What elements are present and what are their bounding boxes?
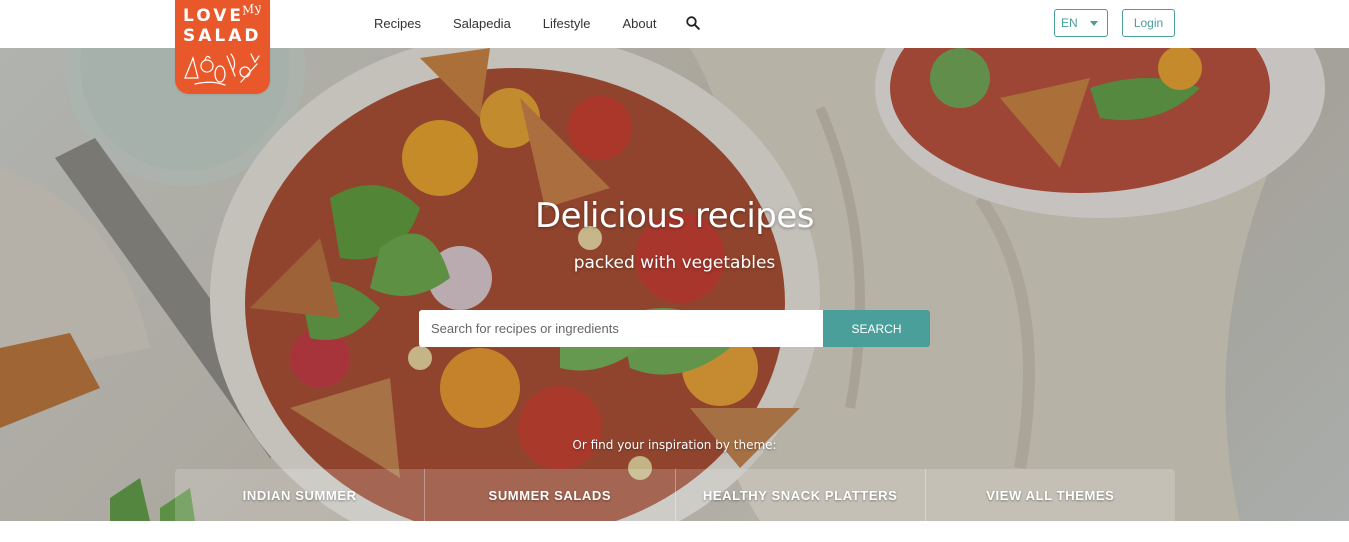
theme-hint: Or find your inspiration by theme: — [572, 438, 777, 452]
language-select[interactable]: EN — [1054, 9, 1108, 37]
logo-word-salad: SALAD — [183, 26, 262, 46]
logo-word-my: My — [240, 0, 263, 18]
recipe-search: SEARCH — [419, 310, 930, 347]
hero-banner: Delicious recipes packed with vegetables… — [0, 48, 1349, 521]
search-button[interactable]: SEARCH — [823, 310, 930, 347]
nav-item-lifestyle[interactable]: Lifestyle — [543, 16, 591, 31]
nav-item-recipes[interactable]: Recipes — [374, 16, 421, 31]
language-value: EN — [1061, 16, 1078, 30]
nav-item-salapedia[interactable]: Salapedia — [453, 16, 511, 31]
theme-view-all[interactable]: VIEW ALL THEMES — [926, 469, 1175, 521]
logo-word-love: LOVE — [183, 6, 244, 26]
hero-subtitle: packed with vegetables — [573, 253, 776, 273]
theme-summer-salads[interactable]: SUMMER SALADS — [425, 469, 676, 521]
search-icon[interactable] — [686, 16, 701, 30]
site-header: LOVE My SALAD Recipes Salapedia Lifestyl… — [0, 0, 1349, 94]
theme-indian-summer[interactable]: INDIAN SUMMER — [175, 469, 426, 521]
chevron-down-icon — [1090, 21, 1098, 26]
theme-healthy-snack-platters[interactable]: HEALTHY SNACK PLATTERS — [676, 469, 926, 521]
theme-bar: INDIAN SUMMER SUMMER SALADS HEALTHY SNAC… — [175, 469, 1175, 521]
hero-title: Delicious recipes — [534, 196, 815, 236]
site-logo[interactable]: LOVE My SALAD — [175, 0, 270, 94]
login-button[interactable]: Login — [1122, 9, 1175, 37]
nav-item-about[interactable]: About — [623, 16, 657, 31]
main-nav: Recipes Salapedia Lifestyle About — [374, 0, 701, 46]
vegetables-icon — [184, 53, 260, 86]
search-input[interactable] — [419, 310, 823, 347]
